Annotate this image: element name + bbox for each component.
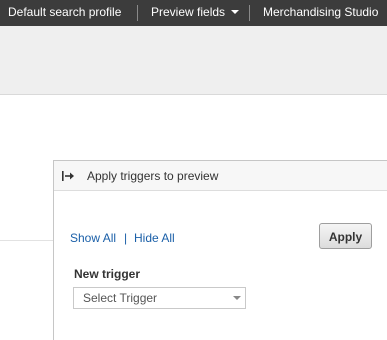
collapse-arrow-icon[interactable] [61,170,75,182]
hide-all-link[interactable]: Hide All [134,231,175,245]
default-search-profile-menu[interactable]: Default search profile [8,0,121,26]
preview-fields-label: Preview fields [151,5,226,19]
nav-divider [249,5,250,21]
panel-header[interactable]: Apply triggers to preview [54,161,387,191]
select-trigger-dropdown[interactable]: Select Trigger [73,287,246,309]
chevron-down-icon [233,296,241,300]
chevron-down-icon [231,9,240,14]
top-navigation-bar: Default search profile Preview fields Me… [0,0,387,26]
show-all-link[interactable]: Show All [70,231,116,245]
apply-button[interactable]: Apply [319,223,372,249]
preview-fields-menu[interactable]: Preview fields [151,0,240,26]
new-trigger-label: New trigger [74,267,141,281]
nav-divider [137,5,138,21]
panel-title: Apply triggers to preview [87,169,219,183]
apply-triggers-panel: Apply triggers to preview Show All | Hid… [53,160,387,340]
link-separator: | [124,231,128,245]
select-trigger-value: Select Trigger [83,291,158,305]
merchandising-studio-link[interactable]: Merchandising Studio [263,0,378,26]
toolbar-area [0,26,387,95]
content-divider [0,240,54,241]
